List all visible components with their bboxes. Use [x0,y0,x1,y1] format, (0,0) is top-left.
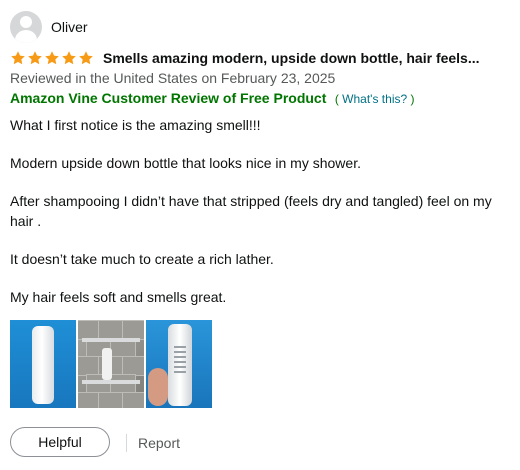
vine-badge: Amazon Vine Customer Review of Free Prod… [10,90,415,108]
review-image-thumbnail[interactable] [10,320,76,408]
review-paragraph: Modern upside down bottle that looks nic… [10,155,361,171]
close-paren: ) [410,92,415,106]
review-image-thumbnail[interactable] [78,320,144,408]
review-body: What I first notice is the amazing smell… [10,115,510,325]
star-icon [79,51,93,65]
review-date: Reviewed in the United States on Februar… [10,70,336,86]
reviewer-profile[interactable]: Oliver [10,11,88,43]
vine-label: Amazon Vine Customer Review of Free Prod… [10,90,327,106]
helpful-button[interactable]: Helpful [10,427,110,457]
review-image-thumbnail[interactable] [146,320,212,408]
action-divider [126,434,127,452]
review-paragraph: After shampooing I didn’t have that stri… [10,193,492,229]
open-paren: ( [334,92,339,106]
review-title-row: Smells amazing modern, upside down bottl… [10,50,480,66]
review-paragraph: My hair feels soft and smells great. [10,289,227,305]
report-link[interactable]: Report [138,435,180,451]
star-icon [28,51,42,65]
star-icon [11,51,25,65]
whats-this-link[interactable]: ( What's this? ) [335,92,415,106]
review-title[interactable]: Smells amazing modern, upside down bottl… [103,50,480,66]
review-paragraph: It doesn’t take much to create a rich la… [10,251,274,267]
star-rating [10,50,95,66]
review-images [10,320,214,408]
customer-review: Oliver Smells amazing modern, upside dow… [0,0,520,470]
reviewer-name[interactable]: Oliver [51,19,88,35]
default-avatar-icon [10,11,42,43]
star-icon [45,51,59,65]
star-icon [62,51,76,65]
whats-this-text[interactable]: What's this? [342,92,407,106]
review-paragraph: What I first notice is the amazing smell… [10,117,261,133]
